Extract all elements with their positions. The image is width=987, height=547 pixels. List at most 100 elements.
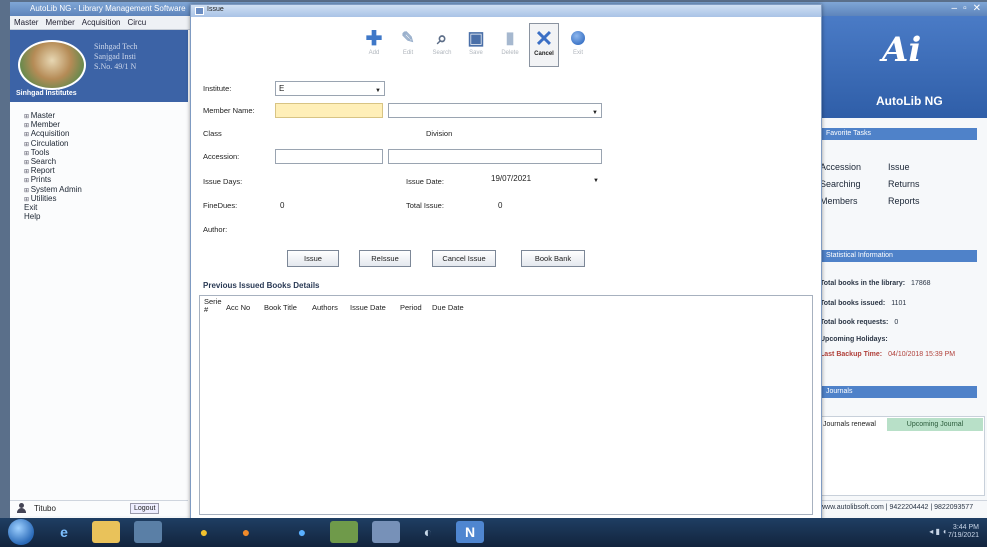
grid-header: Serie # Acc No Book Title Authors Issue …: [200, 296, 812, 318]
quick-link-returns[interactable]: Returns: [888, 179, 920, 189]
institute-caption: Sinhgad Institutes: [16, 90, 77, 97]
close-icon[interactable]: ✕: [973, 3, 981, 14]
menu-master[interactable]: Master: [14, 18, 38, 27]
autolib-logo-icon: Ai: [882, 30, 922, 70]
nav-item-help[interactable]: Help: [24, 213, 82, 222]
add-button[interactable]: ✚ Add: [359, 23, 389, 67]
dashboard-panel: Ai AutoLib NG Favorite Tasks Accession I…: [818, 16, 987, 516]
stat-label: Upcoming Holidays:: [820, 336, 888, 343]
maximize-icon[interactable]: ▫: [963, 3, 967, 14]
save-icon: ▣: [467, 27, 485, 48]
accession-input[interactable]: [275, 149, 383, 164]
stat-label: Last Backup Time:: [820, 351, 883, 358]
dialog-titlebar[interactable]: Issue: [191, 5, 821, 17]
member-name-input[interactable]: [275, 103, 383, 118]
member-name-label: Member Name:: [203, 106, 255, 115]
chevron-down-icon: ▼: [375, 88, 381, 94]
total-issue-value: 0: [498, 201, 503, 210]
issue-date-label: Issue Date:: [406, 177, 444, 186]
ie-icon[interactable]: e: [50, 521, 78, 543]
menu-member[interactable]: Member: [45, 18, 74, 27]
quick-link-accession[interactable]: Accession: [820, 162, 861, 172]
system-tray-icons[interactable]: ◂ ▮ ◖: [929, 527, 947, 536]
previous-issued-grid[interactable]: Serie # Acc No Book Title Authors Issue …: [199, 295, 813, 515]
institute-label: Institute:: [203, 84, 232, 93]
journals-header: Journals: [820, 386, 977, 398]
minimize-icon[interactable]: –: [952, 3, 958, 14]
upcoming-journal-tab[interactable]: Upcoming Journal: [887, 418, 983, 431]
previous-issued-title: Previous Issued Books Details: [203, 281, 320, 290]
institute-name: Sinhgad Tech Sanjgad Insti S.No. 49/1 N: [94, 42, 138, 71]
firefox-icon[interactable]: ●: [232, 521, 260, 543]
column-book-title[interactable]: Book Title: [264, 304, 297, 312]
journals-box: Journals renewal Upcoming Journal: [820, 416, 985, 496]
institute-value: E: [279, 84, 285, 93]
explorer-icon[interactable]: [92, 521, 120, 543]
dialog-title: Issue: [207, 6, 224, 13]
plus-icon: ✚: [365, 27, 383, 50]
stat-value: 17868: [911, 280, 931, 287]
column-serial[interactable]: Serie #: [204, 298, 222, 314]
add-label: Add: [368, 50, 380, 56]
column-authors[interactable]: Authors: [312, 304, 338, 312]
class-label: Class: [203, 129, 222, 138]
search-button[interactable]: ⌕ Search: [427, 23, 457, 67]
exit-button[interactable]: Exit: [563, 23, 593, 67]
column-issue-date[interactable]: Issue Date: [350, 304, 386, 312]
app-icon[interactable]: [134, 521, 162, 543]
favorite-tasks-header: Favorite Tasks: [820, 128, 977, 140]
user-name: Titubo: [34, 504, 56, 513]
journal-renewal-tab[interactable]: Journals renewal: [823, 421, 876, 428]
accession-title-input[interactable]: [388, 149, 602, 164]
word-icon[interactable]: [330, 521, 358, 543]
quick-link-searching[interactable]: Searching: [820, 179, 861, 189]
cancel-issue-button[interactable]: Cancel Issue: [432, 250, 496, 267]
media-icon[interactable]: ◐: [414, 521, 442, 543]
save-label: Save: [469, 50, 483, 56]
stat-value: 0: [894, 319, 899, 326]
menu-circulation[interactable]: Circu: [127, 18, 146, 27]
close-icon: ✕: [534, 26, 554, 51]
issue-date-value: 19/07/2021: [491, 174, 532, 183]
quick-link-members[interactable]: Members: [820, 196, 858, 206]
clock-time: 3:44 PM: [952, 524, 979, 531]
institute-select[interactable]: E ▼: [275, 81, 385, 96]
window-icon[interactable]: [372, 521, 400, 543]
toolbar: ✚ Add ✎ Edit ⌕ Search ▣ Save ▮ Delete ✕ …: [359, 23, 593, 71]
fine-dues-label: FineDues:: [203, 201, 238, 210]
member-select[interactable]: ▼: [388, 103, 602, 118]
stat-last-backup: Last Backup Time: 04/10/2018 15:39 PM: [820, 351, 955, 358]
save-button[interactable]: ▣ Save: [461, 23, 491, 67]
delete-icon: ▮: [505, 30, 515, 47]
chevron-down-icon: ▼: [592, 110, 598, 116]
stat-label: Total book requests:: [820, 319, 889, 326]
window-controls: – ▫ ✕: [952, 3, 982, 14]
menu-bar: Master Member Acquisition Circu: [10, 16, 200, 30]
stat-label: Total books issued:: [820, 300, 886, 307]
autolib-icon[interactable]: N: [456, 521, 484, 543]
reissue-button[interactable]: ReIssue: [359, 250, 411, 267]
chrome-icon[interactable]: ●: [190, 521, 218, 543]
column-acc-no[interactable]: Acc No: [226, 304, 250, 312]
edit-button[interactable]: ✎ Edit: [393, 23, 423, 67]
quick-link-issue[interactable]: Issue: [888, 162, 910, 172]
issue-button[interactable]: Issue: [287, 250, 339, 267]
menu-acquisition[interactable]: Acquisition: [82, 18, 121, 27]
book-bank-button[interactable]: Book Bank: [521, 250, 585, 267]
stat-label: Total books in the library:: [820, 280, 906, 287]
exit-label: Exit: [572, 50, 583, 56]
user-icon: [16, 503, 28, 514]
stat-total-books: Total books in the library: 17868: [820, 280, 931, 287]
cancel-button[interactable]: ✕ Cancel: [529, 23, 559, 67]
navigation-tree: Master Member Acquisition Circulation To…: [24, 111, 82, 222]
logout-button[interactable]: Logout: [130, 503, 160, 514]
stat-book-requests: Total book requests: 0: [820, 319, 898, 326]
delete-button[interactable]: ▮ Delete: [495, 23, 525, 67]
clock[interactable]: 3:44 PM 7/19/2021: [948, 524, 979, 540]
column-due-date[interactable]: Due Date: [432, 304, 464, 312]
start-button[interactable]: [8, 519, 34, 545]
edge-icon[interactable]: ●: [288, 521, 316, 543]
issue-date-picker[interactable]: 19/07/2021 ▼: [487, 171, 603, 186]
quick-link-reports[interactable]: Reports: [888, 196, 920, 206]
column-period[interactable]: Period: [400, 304, 422, 312]
